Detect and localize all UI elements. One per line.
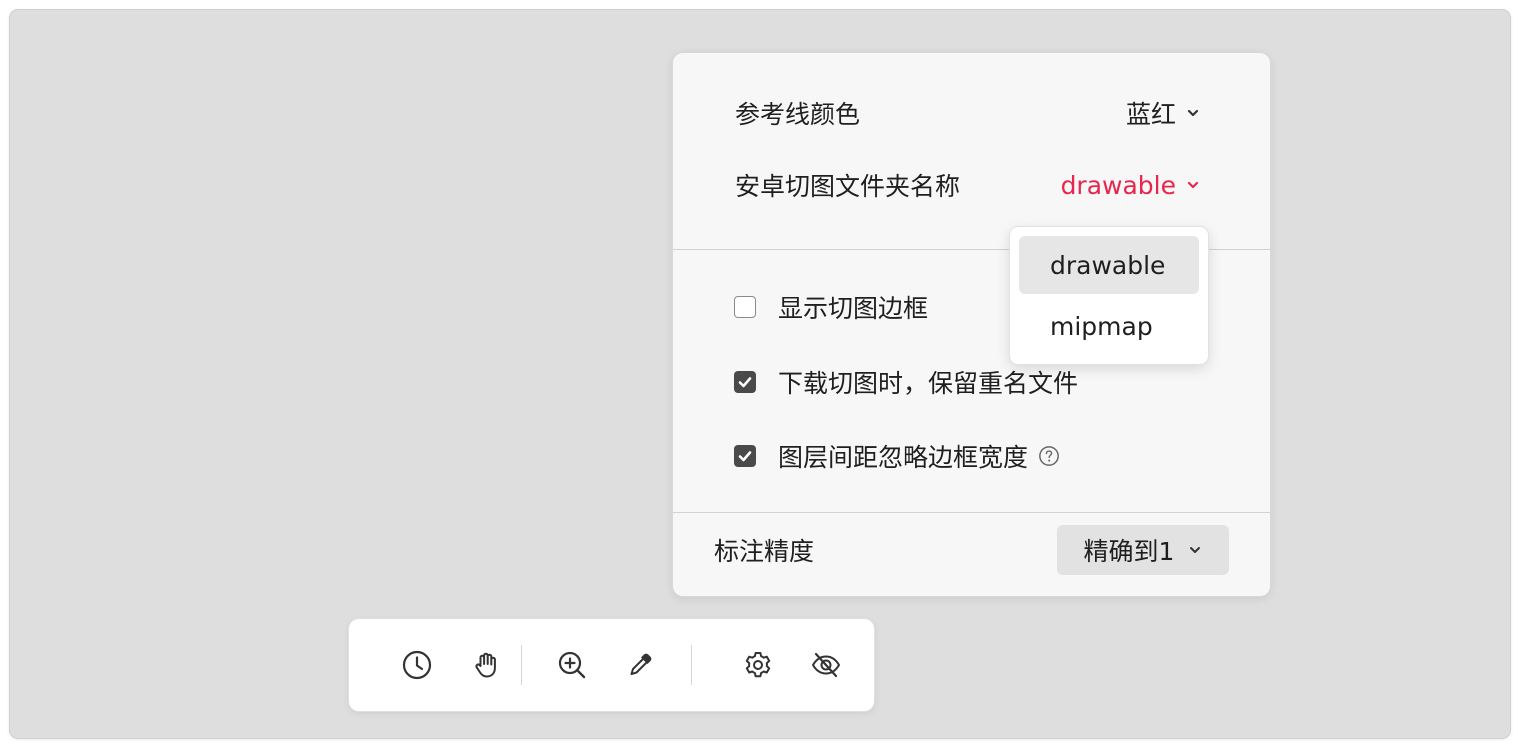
android-folder-label: 安卓切图文件夹名称 <box>735 172 961 201</box>
history-icon[interactable] <box>399 647 435 683</box>
toolbar-separator <box>521 645 522 685</box>
android-folder-select[interactable]: drawable <box>1061 165 1200 205</box>
dropdown-option-mipmap[interactable]: mipmap <box>1019 297 1199 355</box>
hand-icon[interactable] <box>468 647 504 683</box>
gear-icon[interactable] <box>740 647 776 683</box>
precision-select[interactable]: 精确到1 <box>1057 525 1229 575</box>
android-folder-row: 安卓切图文件夹名称 <box>735 165 960 205</box>
folder-dropdown-menu: drawable mipmap <box>1010 227 1208 364</box>
chevron-down-icon <box>1187 109 1199 117</box>
chevron-down-icon <box>1190 547 1201 553</box>
precision-label: 标注精度 <box>714 537 815 566</box>
checkbox-checked[interactable] <box>734 445 756 467</box>
toolbar-separator <box>691 645 692 685</box>
option-label: 下载切图时，保留重名文件 <box>778 369 1079 398</box>
section-divider <box>673 512 1270 513</box>
option-ignore-border-width[interactable]: 图层间距忽略边框宽度 <box>734 435 1060 477</box>
option-label: 显示切图边框 <box>778 294 929 323</box>
precision-value: 精确到1 <box>1083 537 1175 566</box>
dropdown-option-drawable[interactable]: drawable <box>1019 236 1199 294</box>
canvas-background: 参考线颜色 蓝红 安卓切图文件夹名称 drawable 显示切图边框 下载切图时… <box>10 10 1510 738</box>
chevron-down-icon <box>1187 181 1199 189</box>
android-folder-value: drawable <box>1060 170 1176 200</box>
guide-color-row: 参考线颜色 <box>735 93 860 133</box>
checkbox-unchecked[interactable] <box>734 296 756 318</box>
option-show-slice-border[interactable]: 显示切图边框 <box>734 286 928 328</box>
zoom-in-icon[interactable] <box>554 647 590 683</box>
check-icon <box>738 377 752 388</box>
guide-color-value: 蓝红 <box>1125 100 1176 129</box>
eye-off-icon[interactable] <box>808 647 844 683</box>
help-icon[interactable] <box>1038 445 1060 467</box>
guide-color-label: 参考线颜色 <box>735 100 861 129</box>
check-icon <box>738 451 752 462</box>
guide-color-select[interactable]: 蓝红 <box>1126 93 1200 133</box>
checkbox-checked[interactable] <box>734 371 756 393</box>
eyedropper-icon[interactable] <box>622 647 658 683</box>
precision-row: 标注精度 <box>714 530 814 570</box>
bottom-toolbar <box>349 619 874 711</box>
option-keep-duplicate-files[interactable]: 下载切图时，保留重名文件 <box>734 361 1078 403</box>
option-label: 图层间距忽略边框宽度 <box>778 443 1029 472</box>
